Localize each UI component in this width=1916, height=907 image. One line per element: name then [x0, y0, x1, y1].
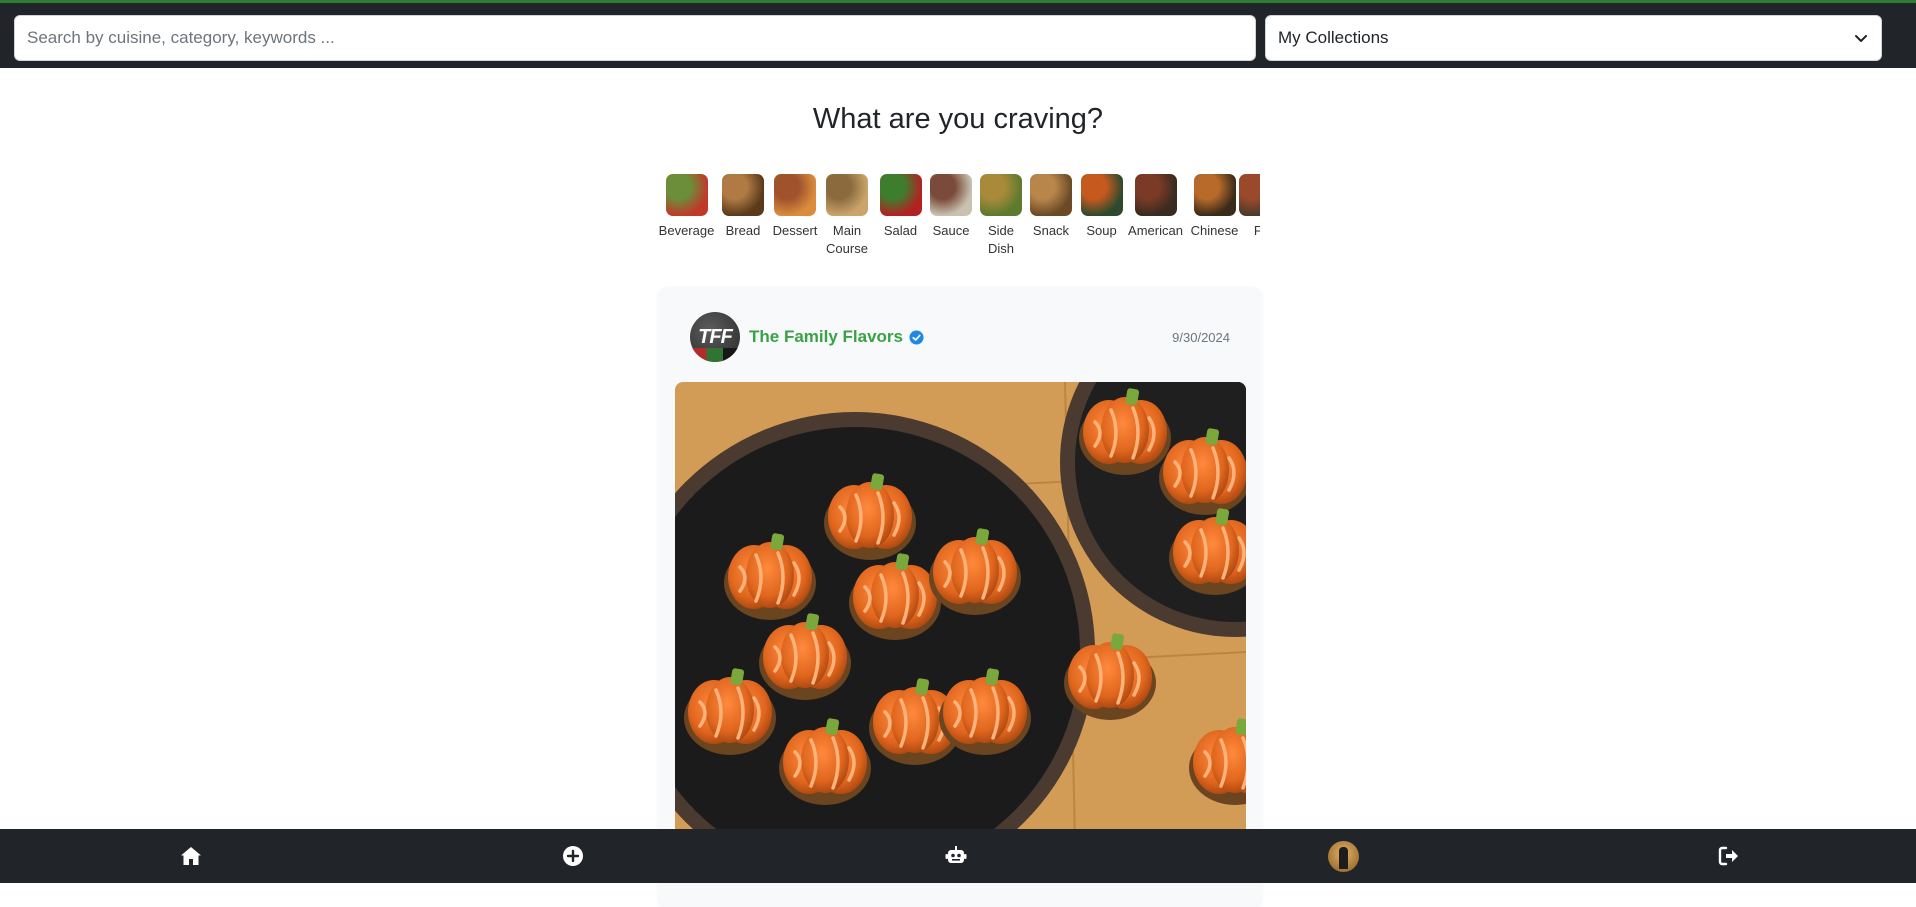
chevron-down-icon: [1855, 35, 1867, 42]
category-thumbnail: [722, 174, 764, 216]
post-date: 9/30/2024: [1172, 329, 1230, 345]
category-label: Dessert: [772, 223, 818, 238]
nav-home-button[interactable]: [161, 829, 221, 883]
category-label: American: [1128, 223, 1183, 238]
logout-icon: [1718, 846, 1738, 866]
category-label: Soup: [1086, 223, 1117, 238]
collections-select-value: My Collections: [1278, 28, 1389, 47]
category-item[interactable]: Side Dish: [976, 174, 1026, 258]
bottom-nav: [0, 829, 1916, 883]
category-label: Sauce: [932, 223, 970, 238]
category-label: Snack: [1032, 223, 1070, 238]
category-thumbnail: [879, 174, 922, 216]
category-label: Salad: [883, 223, 918, 238]
category-label: Beverage: [658, 223, 715, 238]
category-row: Beverage Bread Dessert Main Course Salad Sauc…: [658, 174, 1260, 258]
nav-add-button[interactable]: [543, 829, 603, 883]
nav-logout-button[interactable]: [1699, 829, 1759, 883]
category-item[interactable]: Main Course: [819, 174, 875, 258]
author-avatar[interactable]: TFF: [690, 312, 740, 362]
category-item[interactable]: Soup: [1076, 174, 1127, 258]
category-thumbnail: [1030, 174, 1072, 216]
category-thumbnail: [1193, 174, 1236, 216]
category-label: Main Course: [826, 223, 868, 256]
category-thumbnail: [980, 174, 1022, 216]
category-label: Side Dish: [987, 223, 1015, 256]
search-input[interactable]: [14, 15, 1256, 61]
category-thumbnail: [1134, 174, 1177, 216]
author-initials: TFF: [698, 325, 733, 348]
category-item[interactable]: Dessert: [771, 174, 819, 258]
category-thumbnail: [930, 174, 972, 216]
category-thumbnail: [826, 174, 868, 216]
top-bar: My Collections: [0, 0, 1916, 68]
post-header: TFF The Family Flavors 9/30/2024: [690, 311, 1230, 363]
category-strip[interactable]: Beverage Bread Dessert Main Course Salad Sauc…: [658, 174, 1260, 266]
category-label: Fr: [1253, 223, 1260, 238]
category-thumbnail: [665, 174, 708, 216]
category-item[interactable]: Snack: [1026, 174, 1076, 258]
author-name[interactable]: The Family Flavors: [749, 327, 903, 347]
category-item[interactable]: Salad: [875, 174, 926, 258]
nav-profile-button[interactable]: [1313, 829, 1373, 883]
page-title: What are you craving?: [812, 103, 1104, 135]
verified-badge-icon: [909, 329, 924, 345]
robot-icon: [945, 846, 967, 863]
category-thumbnail: [774, 174, 816, 216]
category-item[interactable]: Sauce: [926, 174, 976, 258]
category-item[interactable]: Chinese: [1184, 174, 1245, 258]
category-label: Bread: [725, 223, 761, 238]
category-item[interactable]: Beverage: [658, 174, 715, 258]
category-item[interactable]: Fr: [1239, 174, 1260, 258]
category-thumbnail: [1080, 174, 1123, 216]
profile-avatar: [1327, 840, 1359, 872]
pumpkin-treats-photo: [675, 382, 1246, 842]
post-card: TFF The Family Flavors 9/30/2024: [658, 287, 1262, 907]
home-icon: [181, 847, 201, 865]
collections-select[interactable]: My Collections: [1265, 15, 1882, 61]
nav-assistant-button[interactable]: [926, 829, 986, 883]
category-item[interactable]: American: [1127, 174, 1184, 258]
category-item[interactable]: Bread: [715, 174, 771, 258]
plus-circle-icon: [563, 846, 583, 866]
category-thumbnail: [1239, 174, 1260, 216]
post-image[interactable]: [675, 382, 1246, 842]
category-label: Chinese: [1190, 223, 1239, 238]
